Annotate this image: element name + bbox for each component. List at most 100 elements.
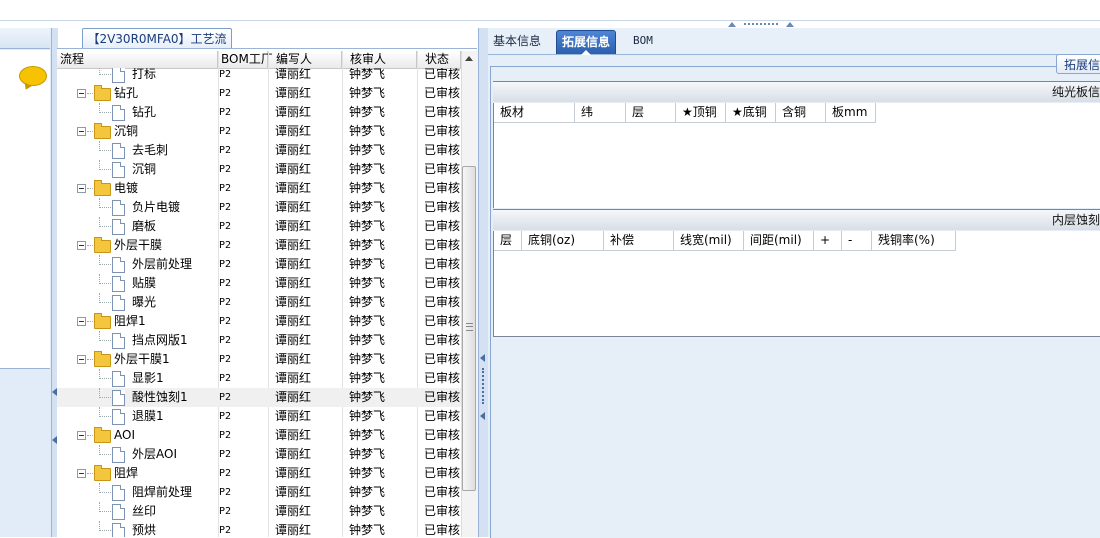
col-residual-copper[interactable]: 残铜率(%) <box>872 231 956 250</box>
tree-node-label: 外层前处理 <box>132 257 193 271</box>
collapse-minus-icon[interactable] <box>77 317 86 326</box>
tree-row[interactable]: 曝光 P2 谭丽红 钟梦飞 已审核 <box>57 293 461 312</box>
tree-node-label: 外层干膜 <box>114 238 163 252</box>
folder-icon <box>94 427 111 443</box>
collapse-minus-icon[interactable] <box>77 127 86 136</box>
document-icon <box>112 257 125 273</box>
status-cell: 已审核 <box>424 68 461 81</box>
tree-row-folder[interactable]: 沉铜 P2 谭丽红 钟梦飞 已审核 <box>57 122 461 141</box>
tab-basic-info[interactable]: 基本信息 <box>488 30 546 54</box>
collapse-minus-icon[interactable] <box>77 241 86 250</box>
scrollbar-thumb[interactable] <box>462 166 476 491</box>
tree-node-label: 钻孔 <box>114 86 139 100</box>
tree-row[interactable]: 负片电镀 P2 谭丽红 钟梦飞 已审核 <box>57 198 461 217</box>
col-base-copper[interactable]: 底铜(oz) <box>522 231 604 250</box>
tree-row[interactable]: 外层前处理 P2 谭丽红 钟梦飞 已审核 <box>57 255 461 274</box>
col-copper-content[interactable]: 含铜 <box>776 103 826 122</box>
tree-connector <box>87 321 93 322</box>
tree-row-folder[interactable]: 阻焊 P2 谭丽红 钟梦飞 已审核 <box>57 464 461 483</box>
tree-row[interactable]: 贴膜 P2 谭丽红 钟梦飞 已审核 <box>57 274 461 293</box>
collapse-up-arrow-icon[interactable] <box>728 22 736 27</box>
document-icon <box>112 219 125 235</box>
tree-row[interactable]: 丝印 P2 谭丽红 钟梦飞 已审核 <box>57 502 461 521</box>
document-icon <box>112 333 125 349</box>
writer-cell: 谭丽红 <box>275 466 312 480</box>
tree-node-label: 磨板 <box>132 219 157 233</box>
reviewer-cell: 钟梦飞 <box>349 276 386 290</box>
status-cell: 已审核 <box>424 238 461 252</box>
col-header-flow[interactable]: 流程 <box>57 51 218 68</box>
col-weft[interactable]: 纬 <box>575 103 626 122</box>
col-header-writer[interactable]: 编写人 <box>268 51 342 68</box>
section-bare-board-header[interactable]: 纯光板信 <box>493 81 1100 102</box>
tree-row-folder[interactable]: 钻孔 P2 谭丽红 钟梦飞 已审核 <box>57 84 461 103</box>
tree-row[interactable]: 磨板 P2 谭丽红 钟梦飞 已审核 <box>57 217 461 236</box>
tree-row-folder[interactable]: 外层干膜 P2 谭丽红 钟梦飞 已审核 <box>57 236 461 255</box>
tree-connector <box>99 169 111 170</box>
col-header-bom[interactable]: BOM工厂 <box>218 51 273 68</box>
col-board-material[interactable]: 板材 <box>494 103 575 122</box>
tree-node-label: 曝光 <box>132 295 157 309</box>
status-cell: 已审核 <box>424 466 461 480</box>
tree-row[interactable]: 阻焊前处理 P2 谭丽红 钟梦飞 已审核 <box>57 483 461 502</box>
tree-connector <box>99 226 111 227</box>
status-cell: 已审核 <box>424 371 461 385</box>
tree-row-folder[interactable]: 阻焊1 P2 谭丽红 钟梦飞 已审核 <box>57 312 461 331</box>
collapse-minus-icon[interactable] <box>77 355 86 364</box>
chat-bubble-icon[interactable] <box>19 66 47 86</box>
bom-factory-cell: P2 <box>219 392 232 403</box>
tree-connector <box>99 511 111 512</box>
tree-node-label: 沉铜 <box>132 162 157 176</box>
tree-row[interactable]: 钻孔 P2 谭丽红 钟梦飞 已审核 <box>57 103 461 122</box>
col-minus[interactable]: - <box>842 231 872 250</box>
col-spacing[interactable]: 间距(mil) <box>744 231 814 250</box>
tree-connector <box>87 131 93 132</box>
col-compensation[interactable]: 补偿 <box>604 231 674 250</box>
writer-cell: 谭丽红 <box>275 523 312 537</box>
collapse-minus-icon[interactable] <box>77 469 86 478</box>
collapse-up-arrow-icon-right[interactable] <box>786 22 794 27</box>
collapse-left-arrow-icon[interactable] <box>480 354 485 362</box>
section-inner-etch-header[interactable]: 内层蚀刻 <box>493 209 1100 230</box>
col-header-status[interactable]: 状态 <box>417 51 461 68</box>
col-line-width[interactable]: 线宽(mil) <box>674 231 744 250</box>
tree-row-folder[interactable]: 外层干膜1 P2 谭丽红 钟梦飞 已审核 <box>57 350 461 369</box>
tree-row[interactable]: 挡点网版1 P2 谭丽红 钟梦飞 已审核 <box>57 331 461 350</box>
tree-row[interactable]: 预烘 P2 谭丽红 钟梦飞 已审核 <box>57 521 461 537</box>
tree-connector <box>99 530 111 531</box>
tree-row[interactable]: 退膜1 P2 谭丽红 钟梦飞 已审核 <box>57 407 461 426</box>
writer-cell: 谭丽红 <box>275 409 312 423</box>
tree-row[interactable]: 酸性蚀刻1 P2 谭丽红 钟梦飞 已审核 <box>57 388 461 407</box>
tree-node-label: AOI <box>114 428 135 442</box>
tree-row-folder[interactable]: 电镀 P2 谭丽红 钟梦飞 已审核 <box>57 179 461 198</box>
folder-icon <box>94 237 111 253</box>
tab-bom[interactable]: BOM <box>628 30 658 54</box>
process-flow-tab[interactable]: 【2V30R0MFA0】工艺流程 <box>82 28 232 66</box>
extended-info-button[interactable]: 拓展信 <box>1056 54 1100 74</box>
collapse-minus-icon[interactable] <box>77 184 86 193</box>
tree-node-label: 挡点网版1 <box>132 333 188 347</box>
col-header-reviewer[interactable]: 核审人 <box>342 51 417 68</box>
collapse-minus-icon[interactable] <box>77 431 86 440</box>
col-board-mm[interactable]: 板mm <box>826 103 876 122</box>
status-cell: 已审核 <box>424 447 461 461</box>
tree-row[interactable]: 显影1 P2 谭丽红 钟梦飞 已审核 <box>57 369 461 388</box>
status-cell: 已审核 <box>424 352 461 366</box>
tree-row[interactable]: 外层AOI P2 谭丽红 钟梦飞 已审核 <box>57 445 461 464</box>
col-top-copper[interactable]: ★顶铜 <box>676 103 726 122</box>
tree-node-label: 外层AOI <box>132 447 177 461</box>
collapse-minus-icon[interactable] <box>77 89 86 98</box>
col-bottom-copper[interactable]: ★底铜 <box>726 103 776 122</box>
col-layer[interactable]: 层 <box>626 103 676 122</box>
tree-row[interactable]: 打标 P2 谭丽红 钟梦飞 已审核 <box>57 68 461 84</box>
tree-row[interactable]: 沉铜 P2 谭丽红 钟梦飞 已审核 <box>57 160 461 179</box>
tree-row-folder[interactable]: AOI P2 谭丽红 钟梦飞 已审核 <box>57 426 461 445</box>
collapse-left-arrow-icon-2[interactable] <box>480 412 485 420</box>
writer-cell: 谭丽红 <box>275 428 312 442</box>
scroll-up-arrow-icon[interactable] <box>461 51 477 67</box>
col-plus[interactable]: + <box>814 231 842 250</box>
status-cell: 已审核 <box>424 219 461 233</box>
tree-row[interactable]: 去毛刺 P2 谭丽红 钟梦飞 已审核 <box>57 141 461 160</box>
col-layer[interactable]: 层 <box>494 231 522 250</box>
tab-extended-info[interactable]: 拓展信息 <box>556 30 617 55</box>
